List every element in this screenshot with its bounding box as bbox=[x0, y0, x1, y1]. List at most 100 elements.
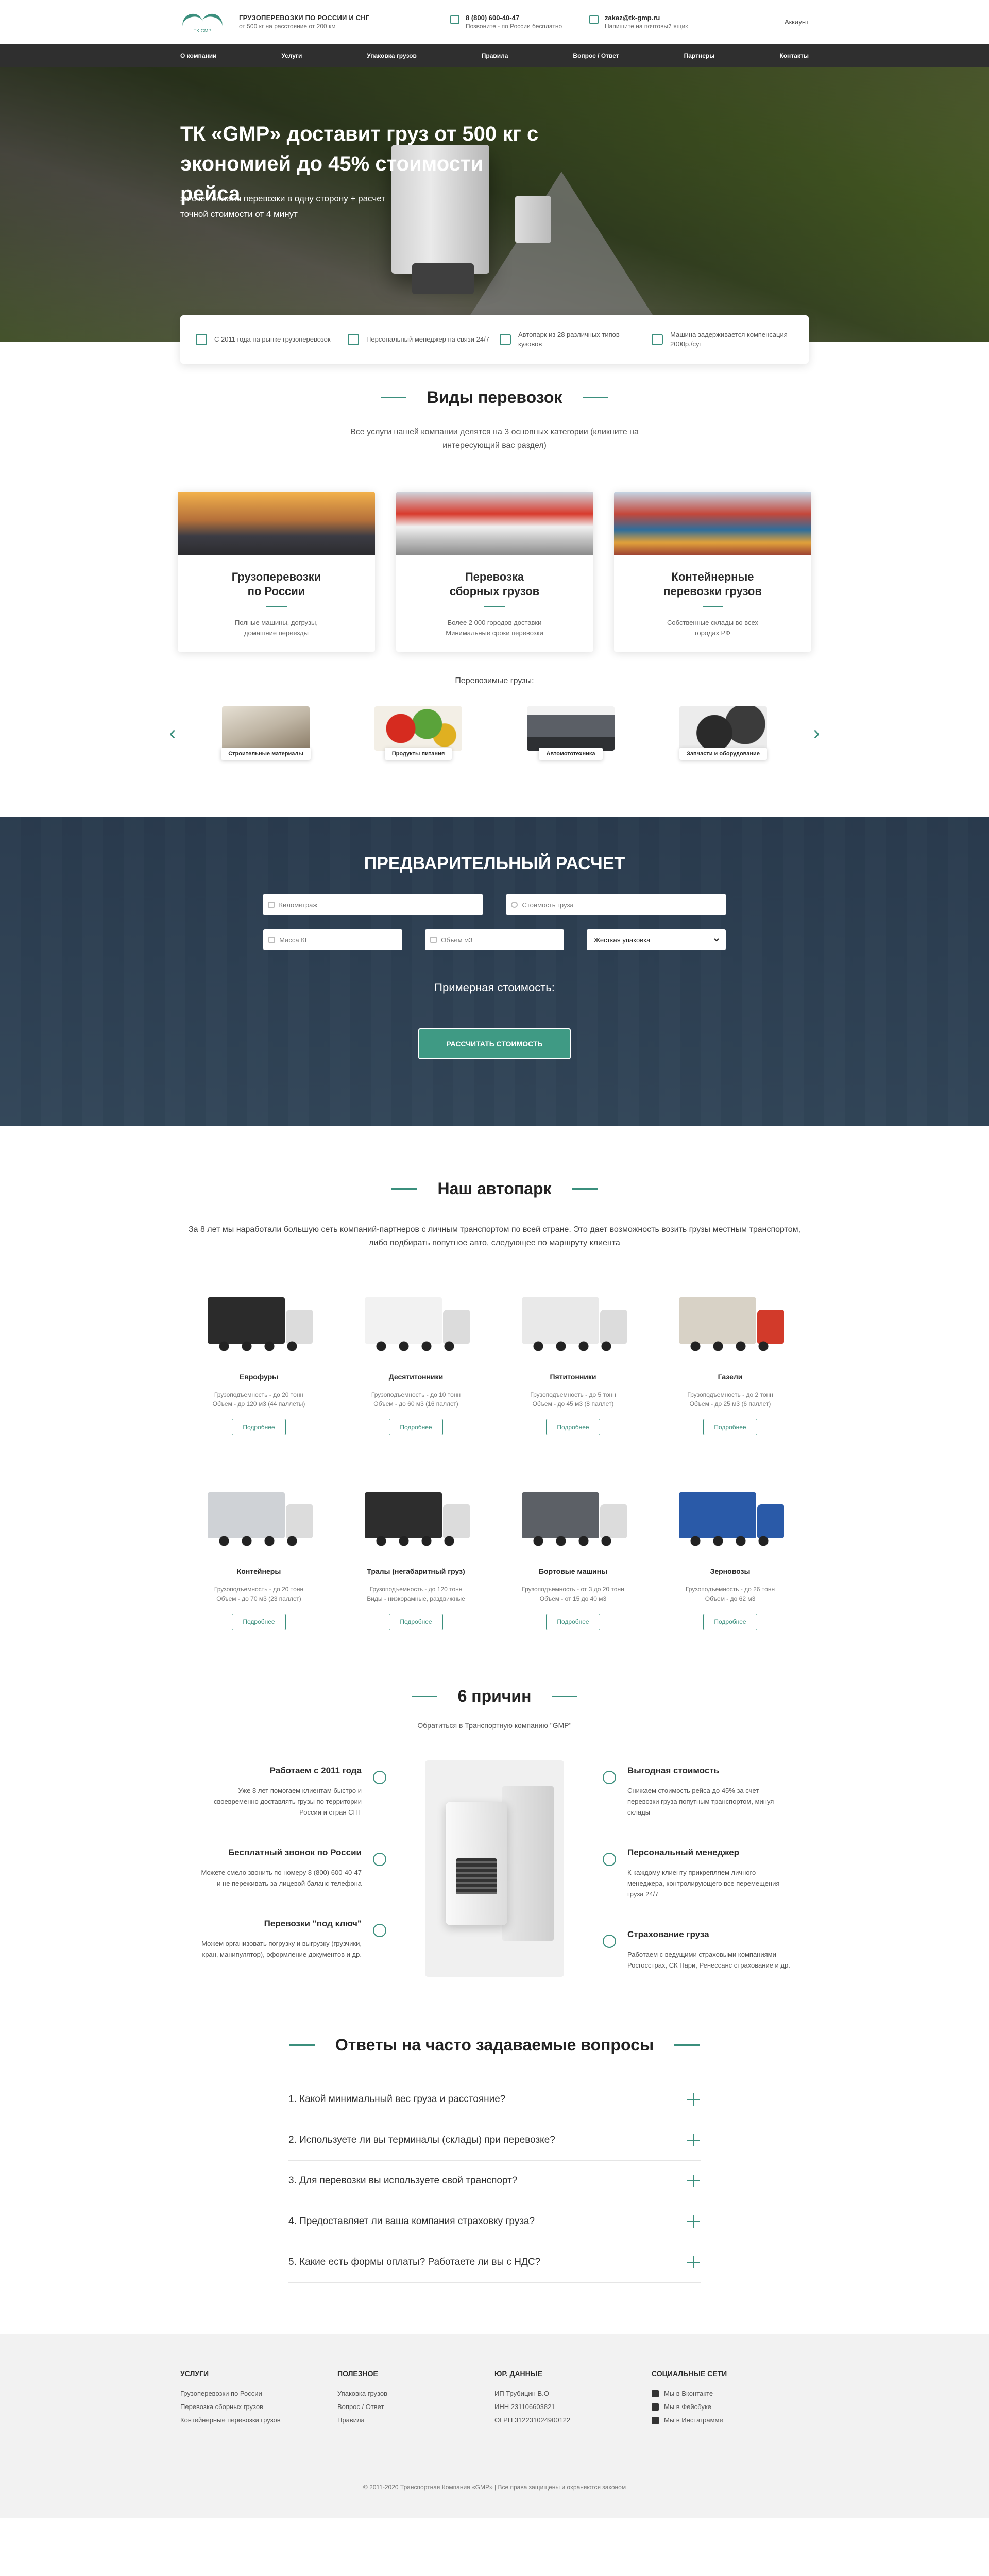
approx-cost-label: Примерная стоимость: bbox=[434, 981, 555, 994]
cargo-item[interactable]: Продукты питания bbox=[351, 706, 485, 760]
km-field[interactable] bbox=[263, 894, 483, 915]
vehicle-image bbox=[517, 1482, 630, 1554]
details-button[interactable]: Подробнее bbox=[703, 1614, 757, 1630]
calculate-button[interactable]: РАССЧИТАТЬ СТОИМОСТЬ bbox=[418, 1028, 571, 1059]
nav-item-partners[interactable]: Партнеры bbox=[684, 52, 715, 59]
nav-item-packaging[interactable]: Упаковка грузов bbox=[367, 52, 417, 59]
mass-field[interactable] bbox=[263, 929, 402, 950]
km-input[interactable] bbox=[279, 901, 478, 909]
section-heading: Ответы на часто задаваемые вопросы bbox=[0, 2036, 989, 2055]
details-button[interactable]: Подробнее bbox=[232, 1419, 286, 1435]
hero-banner: ТК «GMP» доставит груз от 500 кг с эконо… bbox=[0, 67, 989, 342]
vehicle-image bbox=[202, 1287, 316, 1359]
plus-icon[interactable] bbox=[686, 2214, 701, 2229]
reason-text: Можете смело звонить по номеру 8 (800) 6… bbox=[201, 1869, 362, 1887]
nav-item-about[interactable]: О компании bbox=[180, 52, 217, 59]
footer-text: ИНН 231106603821 bbox=[494, 2403, 555, 2411]
vehicle-image bbox=[360, 1287, 473, 1359]
vehicle-volume: Объем - до 70 м3 (23 паллет) bbox=[216, 1595, 301, 1602]
header-email[interactable]: zakaz@tk-gmp.ru Напишите на почтовый ящи… bbox=[589, 14, 739, 30]
plus-icon[interactable] bbox=[686, 2255, 701, 2269]
type-card-groupage[interactable]: Перевозка сборных грузов Более 2 000 гор… bbox=[396, 492, 593, 652]
account-link[interactable]: Аккаунт bbox=[785, 18, 809, 26]
phone-number[interactable]: 8 (800) 600-40-47 bbox=[466, 14, 562, 22]
volume-input[interactable] bbox=[441, 936, 559, 944]
cargo-item[interactable]: Строительные материалы bbox=[199, 706, 333, 760]
cost-input[interactable] bbox=[522, 901, 721, 909]
section-title: Наш автопарк bbox=[437, 1179, 552, 1198]
facebook-icon bbox=[652, 2403, 659, 2411]
vehicle-capacity: Грузоподъемность - до 10 тонн bbox=[371, 1391, 461, 1398]
details-button[interactable]: Подробнее bbox=[232, 1614, 286, 1630]
details-button[interactable]: Подробнее bbox=[389, 1614, 443, 1630]
copyright: © 2011-2020 Транспортная Компания «GMP» … bbox=[363, 2484, 626, 2491]
main-nav: О компании Услуги Упаковка грузов Правил… bbox=[0, 44, 989, 67]
fleet-item: Зерновозы Грузоподъемность - до 26 тонн Об… bbox=[652, 1482, 809, 1630]
plus-icon[interactable] bbox=[686, 2092, 701, 2107]
vehicle-name: Зерновозы bbox=[710, 1567, 751, 1575]
vehicle-image bbox=[360, 1482, 473, 1554]
header-phone[interactable]: 8 (800) 600-40-47 Позвоните - по России … bbox=[450, 14, 589, 30]
vehicle-capacity: Грузоподъемность - до 2 тонн bbox=[687, 1391, 773, 1398]
money-icon bbox=[652, 334, 663, 345]
details-button[interactable]: Подробнее bbox=[546, 1419, 600, 1435]
plus-icon[interactable] bbox=[686, 2133, 701, 2147]
footer-legal: ЮР. ДАННЫЕ ИП Трубицин В.О ИНН 231106603… bbox=[494, 2369, 652, 2427]
logo[interactable]: TK GMP bbox=[180, 4, 225, 40]
footer-link[interactable]: Грузоперевозки по России bbox=[180, 2387, 337, 2400]
nav-item-services[interactable]: Услуги bbox=[281, 52, 302, 59]
reason-text: Уже 8 лет помогаем клиентам быстро и сво… bbox=[213, 1787, 362, 1816]
feature-item: С 2011 года на рынке грузоперевозок bbox=[191, 334, 343, 345]
cargo-item[interactable]: Автомототехника bbox=[504, 706, 638, 760]
footer-link[interactable]: Перевозка сборных грузов bbox=[180, 2400, 337, 2414]
social-link-vk[interactable]: Мы в Вконтакте bbox=[652, 2387, 809, 2400]
chevron-left-icon[interactable]: ‹ bbox=[165, 722, 180, 745]
section-title: Виды перевозок bbox=[427, 388, 562, 406]
mass-input[interactable] bbox=[279, 936, 397, 944]
social-link-instagram[interactable]: Мы в Инстаграмме bbox=[652, 2414, 809, 2427]
section-subtitle: Все услуги нашей компании делятся на 3 о… bbox=[350, 428, 639, 450]
email-address[interactable]: zakaz@tk-gmp.ru bbox=[605, 14, 688, 22]
card-desc: Более 2 000 городов доставки Минимальные… bbox=[446, 619, 543, 637]
footer-link[interactable]: Вопрос / Ответ bbox=[337, 2400, 494, 2414]
faq-item[interactable]: 3. Для перевозки вы используете свой тра… bbox=[288, 2161, 701, 2201]
reason-title: Работаем с 2011 года bbox=[269, 1766, 362, 1775]
cargo-image bbox=[679, 706, 767, 751]
instagram-icon bbox=[652, 2417, 659, 2424]
details-button[interactable]: Подробнее bbox=[546, 1614, 600, 1630]
shield-icon bbox=[603, 1935, 616, 1948]
nav-item-faq[interactable]: Вопрос / Ответ bbox=[573, 52, 619, 59]
reason-item: Работаем с 2011 года Уже 8 лет помогаем к… bbox=[180, 1766, 386, 1818]
nav-item-contacts[interactable]: Контакты bbox=[779, 52, 809, 59]
faq-item[interactable]: 1. Какой минимальный вес груза и расстоя… bbox=[288, 2079, 701, 2120]
package-field[interactable]: Жесткая упаковка bbox=[587, 929, 726, 950]
vehicle-spec: Грузоподъемность - до 20 тонн Объем - до … bbox=[180, 1390, 337, 1409]
vehicle-image bbox=[674, 1482, 787, 1554]
faq-item[interactable]: 5. Какие есть формы оплаты? Работаете ли… bbox=[288, 2242, 701, 2283]
reason-item: Персональный менеджер К каждому клиенту п… bbox=[603, 1848, 809, 1900]
faq-item[interactable]: 2. Используете ли вы терминалы (склады) … bbox=[288, 2120, 701, 2161]
details-button[interactable]: Подробнее bbox=[703, 1419, 757, 1435]
cargo-label: Строительные материалы bbox=[221, 748, 311, 760]
footer-link[interactable]: Правила bbox=[337, 2414, 494, 2427]
volume-field[interactable] bbox=[425, 929, 564, 950]
nav-item-rules[interactable]: Правила bbox=[482, 52, 508, 59]
section-title: Ответы на часто задаваемые вопросы bbox=[335, 2036, 654, 2054]
plus-icon[interactable] bbox=[686, 2174, 701, 2188]
package-select[interactable]: Жесткая упаковка bbox=[592, 935, 721, 944]
vehicle-volume: Объем - от 15 до 40 м3 bbox=[539, 1595, 607, 1602]
cost-field[interactable] bbox=[506, 894, 726, 915]
faq-item[interactable]: 4. Предоставляет ли ваша компания страхо… bbox=[288, 2201, 701, 2242]
social-link-facebook[interactable]: Мы в Фейсбуке bbox=[652, 2400, 809, 2414]
chevron-right-icon[interactable]: › bbox=[809, 722, 824, 745]
vehicle-spec: Грузоподъемность - до 5 тонн Объем - до 4… bbox=[494, 1390, 652, 1409]
details-button[interactable]: Подробнее bbox=[389, 1419, 443, 1435]
type-card-russia[interactable]: Грузоперевозки по России Полные машины, … bbox=[178, 492, 375, 652]
footer-link[interactable]: Упаковка грузов bbox=[337, 2387, 494, 2400]
type-card-container[interactable]: Контейнерные перевозки грузов Собственны… bbox=[614, 492, 811, 652]
reason-title: Бесплатный звонок по России bbox=[228, 1848, 362, 1857]
card-desc: Собственные склады во всех городах РФ bbox=[667, 619, 758, 637]
cargo-item[interactable]: Запчасти и оборудование bbox=[656, 706, 790, 760]
logo-wing-icon bbox=[182, 11, 223, 28]
footer-link[interactable]: Контейнерные перевозки грузов bbox=[180, 2414, 337, 2427]
